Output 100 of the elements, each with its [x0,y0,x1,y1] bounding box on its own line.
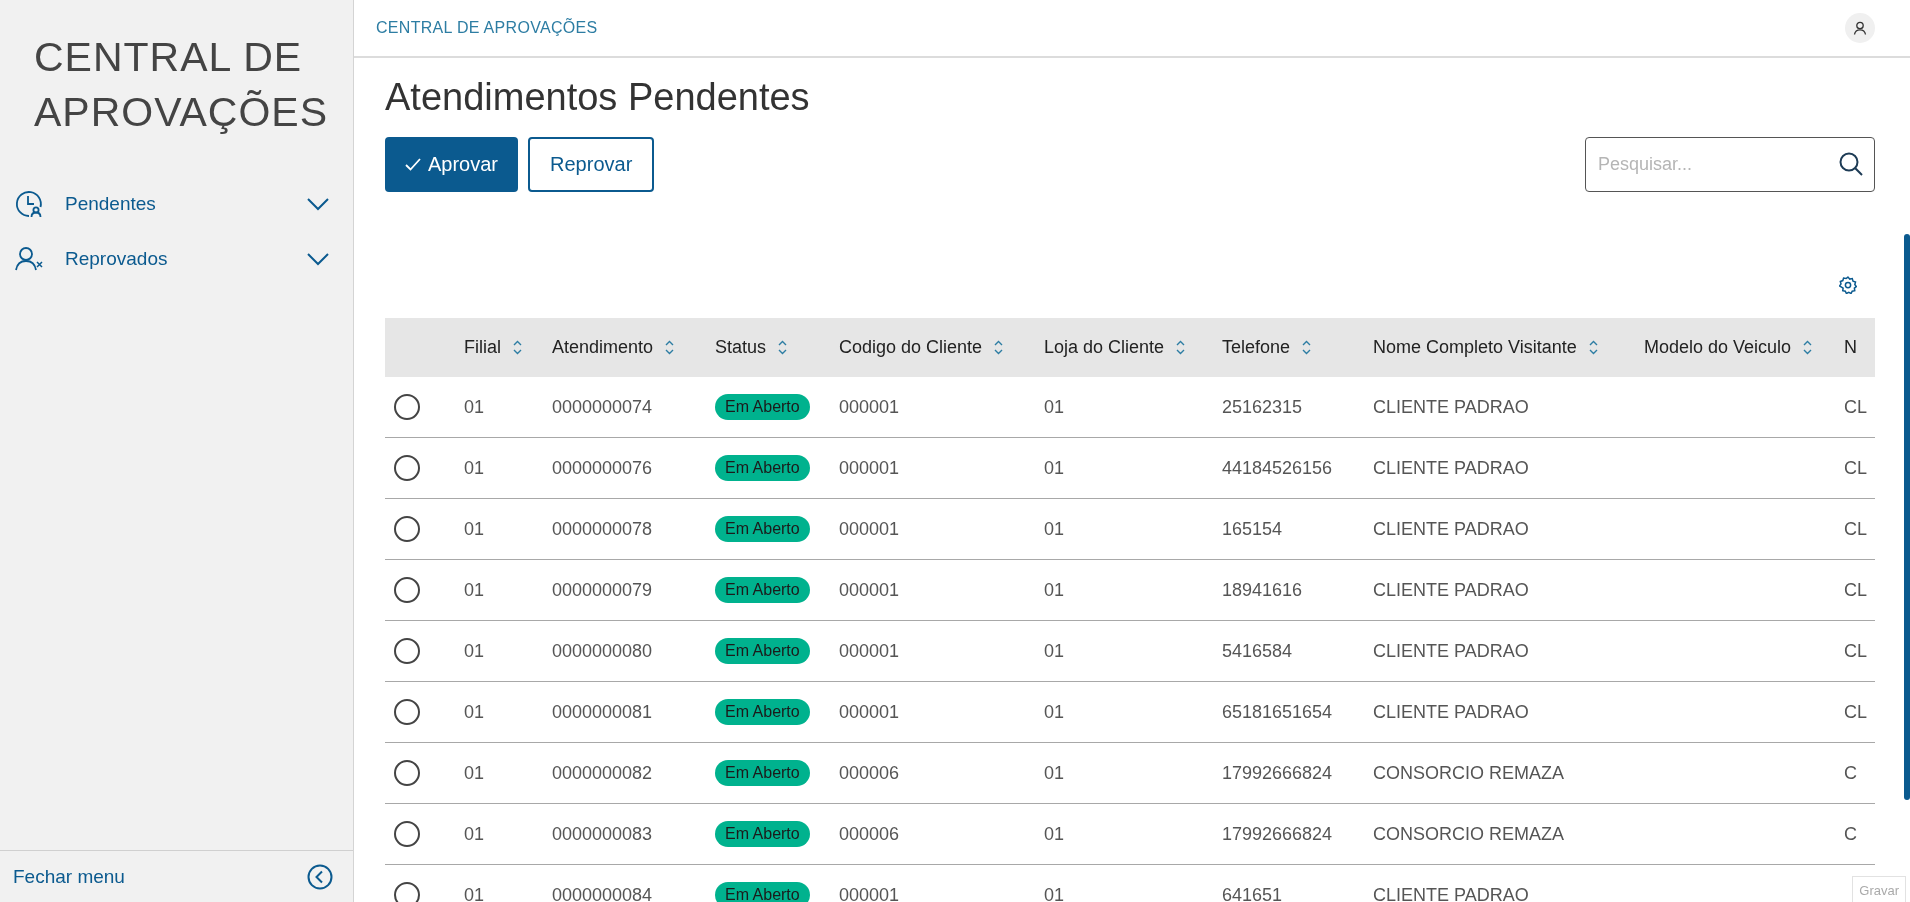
status-badge: Em Aberto [715,699,810,725]
table-cell: 01 [464,396,485,417]
radio-button[interactable] [394,638,420,664]
table-cell: 01 [464,701,485,722]
table-cell: CLIENTE PADRAO [1373,701,1529,722]
table-cell: 0000000082 [552,762,653,783]
radio-button[interactable] [394,577,420,603]
status-badge: Em Aberto [715,577,810,603]
table-cell: 0000000084 [552,884,653,902]
radio-button[interactable] [394,516,420,542]
reject-button[interactable]: Reprovar [528,137,655,192]
column-header[interactable]: Filial [464,337,501,358]
table-cell: 25162315 [1222,396,1303,417]
column-header[interactable]: Atendimento [552,337,654,358]
column-header[interactable]: N [1844,337,1857,358]
table-cell: 000001 [839,396,900,417]
breadcrumb: CENTRAL DE APROVAÇÕES [376,19,598,37]
table-cell: CLIENTE PADRAO [1373,518,1529,539]
table-cell: 01 [464,457,485,478]
table-cell: 01 [1044,518,1065,539]
sidebar-item[interactable]: Reprovados [0,231,353,286]
column-header[interactable]: Codigo do Cliente [839,337,983,358]
table-cell: 01 [1044,396,1065,417]
table-cell: 18941616 [1222,579,1303,600]
table-cell: 65181651654 [1222,701,1333,722]
sidebar-title: CENTRAL DE APROVAÇÕES [33,33,330,137]
table-cell: CL [1844,640,1867,661]
table-cell: 000006 [839,823,900,844]
column-header[interactable]: Nome Completo Visitante [1373,337,1577,358]
table-cell: CL [1844,457,1867,478]
table-cell: 01 [1044,884,1065,902]
sort-icon[interactable] [994,340,1004,355]
table-cell: 01 [1044,579,1065,600]
table-cell: 17992666824 [1222,823,1333,844]
radio-button[interactable] [394,882,420,902]
sort-icon[interactable] [1803,340,1813,355]
table-cell: 0000000074 [552,396,653,417]
column-header[interactable]: Loja do Cliente [1044,337,1165,358]
table-cell: 01 [464,762,485,783]
column-header[interactable]: Modelo do Veiculo [1644,337,1792,358]
radio-button[interactable] [394,394,420,420]
clock-user-icon [14,188,44,219]
sidebar-item[interactable]: Pendentes [0,176,353,231]
status-badge: Em Aberto [715,638,810,664]
search-field[interactable]: Pesquisar... [1585,137,1875,192]
table-cell: 01 [464,823,485,844]
sort-icon[interactable] [1588,340,1598,355]
table-cell: 17992666824 [1222,762,1333,783]
table-cell: 0000000083 [552,823,653,844]
status-badge: Em Aberto [715,882,810,902]
table-cell: CLIENTE PADRAO [1373,396,1529,417]
table-cell: 0000000076 [552,457,653,478]
table-cell: CLIENTE PADRAO [1373,457,1529,478]
search-icon[interactable] [1839,152,1863,176]
table-cell: 0000000080 [552,640,653,661]
radio-button[interactable] [394,699,420,725]
sort-icon[interactable] [778,340,788,355]
table-cell: CL [1844,396,1867,417]
table-cell: 01 [464,579,485,600]
user-avatar[interactable] [1845,13,1875,43]
table-cell: 0000000079 [552,579,653,600]
column-header[interactable]: Status [715,337,767,358]
status-badge: Em Aberto [715,455,810,481]
table-cell: 000001 [839,884,900,902]
radio-button[interactable] [394,455,420,481]
table-cell: 0000000081 [552,701,653,722]
table-cell: CONSORCIO REMAZA [1373,762,1564,783]
table-cell: CONSORCIO REMAZA [1373,823,1564,844]
table-cell: 01 [464,518,485,539]
status-badge: Em Aberto [715,516,810,542]
status-badge: Em Aberto [715,394,810,420]
table-cell: 000001 [839,640,900,661]
table-cell: 000006 [839,762,900,783]
approve-button[interactable]: Aprovar [385,137,519,192]
table-cell: 000001 [839,518,900,539]
page-title: Atendimentos Pendentes [385,75,811,120]
table-cell: 01 [1044,823,1065,844]
sort-icon[interactable] [513,340,522,355]
table-cell: 0000000078 [552,518,653,539]
table-cell: CL [1844,518,1867,539]
radio-button[interactable] [394,821,420,847]
table-cell: CLIENTE PADRAO [1373,640,1529,661]
sort-icon[interactable] [1176,340,1186,355]
table-cell: 01 [1044,457,1065,478]
radio-button[interactable] [394,760,420,786]
table-cell: 01 [464,884,485,902]
user-icon [1853,21,1867,35]
table-cell: 44184526156 [1222,457,1333,478]
sort-icon[interactable] [1302,340,1312,355]
table-cell: CLIENTE PADRAO [1373,884,1529,902]
column-header[interactable]: Telefone [1222,337,1291,358]
close-menu-link[interactable]: Fechar menu [13,865,125,888]
sort-icon[interactable] [665,340,675,355]
collapse-icon[interactable] [307,863,333,890]
settings-icon[interactable] [1839,276,1857,294]
table-cell: CL [1844,701,1867,722]
scrollbar[interactable] [1904,234,1910,800]
table-cell: 641651 [1222,884,1283,902]
table-cell: CLIENTE PADRAO [1373,579,1529,600]
table-cell: 000001 [839,457,900,478]
